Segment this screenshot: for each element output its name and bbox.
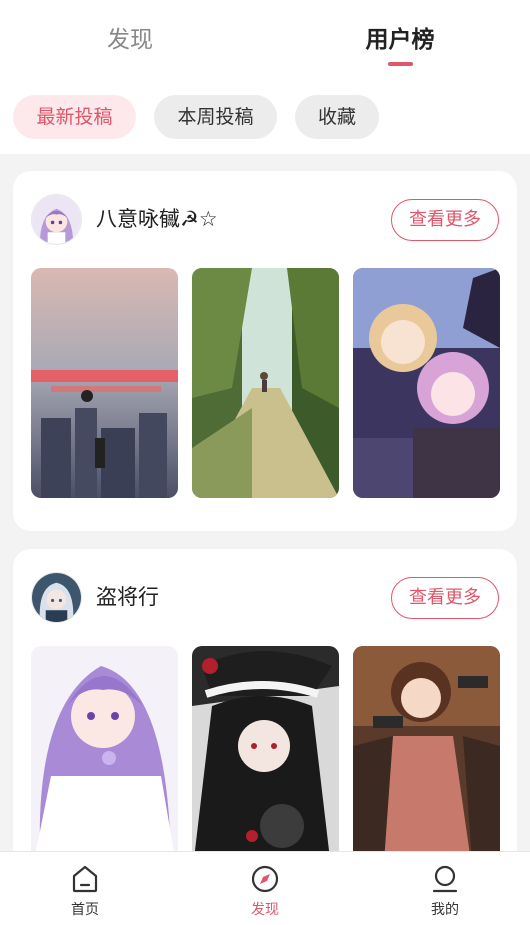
home-icon xyxy=(72,865,98,893)
active-tab-indicator xyxy=(388,62,413,66)
profile-icon xyxy=(432,865,458,893)
user-card: 八意咏㦽☭☆ 查看更多 xyxy=(13,171,517,531)
nav-item-discover[interactable]: 发现 xyxy=(205,852,325,925)
avatar[interactable] xyxy=(31,194,82,245)
avatar[interactable] xyxy=(31,572,82,623)
nav-item-home[interactable]: 首页 xyxy=(25,852,145,925)
nav-label: 首页 xyxy=(71,902,99,918)
artwork-thumbnail[interactable] xyxy=(192,268,339,498)
artwork-thumbnail[interactable] xyxy=(353,646,500,876)
artwork-thumbnail[interactable] xyxy=(192,646,339,876)
view-more-button[interactable]: 查看更多 xyxy=(391,577,499,619)
filter-weekly-posts[interactable]: 本周投稿 xyxy=(154,95,277,139)
tab-discover[interactable]: 发现 xyxy=(50,22,210,62)
top-bar: 发现 用户榜 最新投稿 本周投稿 收藏 xyxy=(0,0,530,154)
filter-favorites[interactable]: 收藏 xyxy=(295,95,379,139)
nav-label: 发现 xyxy=(251,902,279,918)
artwork-thumbnail[interactable] xyxy=(31,268,178,498)
bottom-navigation: 首页 发现 我的 xyxy=(0,851,530,925)
nav-label: 我的 xyxy=(431,902,459,918)
compass-icon xyxy=(251,865,279,893)
artwork-thumbnail[interactable] xyxy=(31,646,178,876)
user-name[interactable]: 八意咏㦽☭☆ xyxy=(96,203,218,235)
filter-latest-posts[interactable]: 最新投稿 xyxy=(13,95,136,139)
artwork-thumbnail[interactable] xyxy=(353,268,500,498)
tab-user-ranking[interactable]: 用户榜 xyxy=(320,22,480,62)
user-name[interactable]: 盗将行 xyxy=(96,581,159,613)
view-more-button[interactable]: 查看更多 xyxy=(391,199,499,241)
nav-item-profile[interactable]: 我的 xyxy=(385,852,505,925)
